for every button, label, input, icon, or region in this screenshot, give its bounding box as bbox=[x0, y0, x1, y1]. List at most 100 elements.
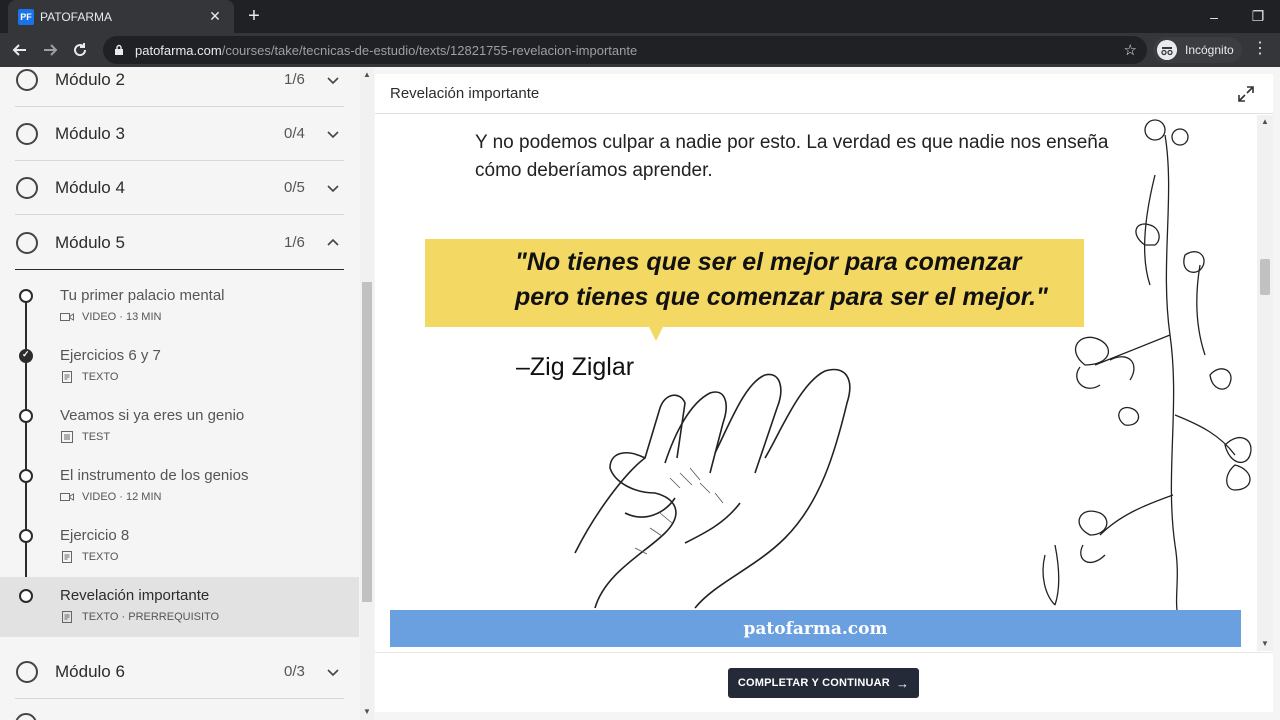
page-right-gutter bbox=[1273, 67, 1280, 720]
browser-toolbar: patofarma.com/courses/take/tecnicas-de-e… bbox=[0, 33, 1280, 67]
forward-button[interactable] bbox=[38, 38, 62, 62]
module-5-header[interactable]: Módulo 5 1/6 bbox=[15, 216, 344, 270]
complete-and-continue-button[interactable]: COMPLETAR Y CONTINUAR → bbox=[728, 668, 919, 698]
module-title: Módulo 6 bbox=[55, 661, 125, 681]
lesson-status-icon bbox=[19, 529, 33, 543]
video-icon bbox=[60, 493, 74, 501]
scroll-up-icon[interactable]: ▲ bbox=[363, 70, 371, 79]
hand-sketch-image bbox=[574, 368, 851, 609]
chevron-up-icon bbox=[327, 238, 339, 246]
lesson-title: Veamos si ya eres un genio bbox=[60, 407, 245, 424]
content-scrollbar[interactable]: ▲ ▼ bbox=[1257, 115, 1273, 651]
browser-menu-icon[interactable]: ⋮ bbox=[1252, 38, 1268, 58]
module-title: Módulo 2 bbox=[55, 69, 125, 89]
url-path: /courses/take/tecnicas-de-estudio/texts/… bbox=[221, 42, 638, 58]
incognito-label: Incógnito bbox=[1185, 43, 1234, 57]
lesson-item[interactable]: Veamos si ya eres un genio TEST bbox=[0, 397, 359, 457]
content-header: Revelación importante bbox=[375, 74, 1273, 114]
browser-tab-bar: PF PATOFARMA ✕ + – ❐ bbox=[0, 0, 1280, 33]
lesson-content-panel: Revelación importante Y no podemos culpa… bbox=[375, 74, 1273, 712]
lesson-status-icon bbox=[19, 409, 33, 423]
tab-title: PATOFARMA bbox=[40, 9, 113, 24]
scroll-up-icon[interactable]: ▲ bbox=[1261, 117, 1269, 126]
module-progress-ring-icon bbox=[16, 122, 38, 145]
flower-sketch-image bbox=[1042, 119, 1252, 610]
module-count: 1/6 bbox=[284, 71, 305, 88]
site-banner: patofarma.com bbox=[390, 610, 1241, 647]
maximize-button[interactable]: ❐ bbox=[1236, 0, 1280, 33]
chevron-down-icon bbox=[327, 130, 339, 138]
lesson-illustration: Y no podemos culpar a nadie por esto. La… bbox=[375, 115, 1257, 651]
arrow-right-icon bbox=[44, 44, 58, 56]
new-tab-button[interactable]: + bbox=[242, 4, 266, 28]
module-count: 0/5 bbox=[284, 179, 305, 196]
course-sidebar: Módulo 2 1/6 Módulo 3 0/4 Módulo 4 0/5 M… bbox=[0, 67, 374, 720]
course-player: Módulo 2 1/6 Módulo 3 0/4 Módulo 4 0/5 M… bbox=[0, 67, 1280, 720]
test-icon bbox=[61, 431, 73, 443]
lesson-meta: TEST bbox=[82, 431, 111, 443]
bookmark-star-icon[interactable]: ☆ bbox=[1124, 41, 1137, 59]
lesson-title: Ejercicios 6 y 7 bbox=[60, 347, 161, 364]
document-icon bbox=[62, 611, 72, 623]
module-progress-ring-icon bbox=[16, 68, 38, 91]
module-title: Módulo 5 bbox=[55, 232, 125, 252]
close-tab-icon[interactable]: ✕ bbox=[206, 8, 224, 25]
lesson-meta: TEXTO bbox=[82, 371, 119, 383]
module-progress-ring-icon bbox=[16, 231, 38, 254]
arrow-left-icon bbox=[12, 44, 26, 56]
module-3-header[interactable]: Módulo 3 0/4 bbox=[15, 107, 344, 161]
module-progress-ring-icon bbox=[16, 176, 38, 199]
intro-paragraph: Y no podemos culpar a nadie por esto. La… bbox=[475, 132, 1109, 181]
lesson-title: Revelación importante bbox=[60, 587, 210, 604]
content-scroll-thumb[interactable] bbox=[1260, 259, 1270, 295]
quote-line: pero tienes que comenzar para ser el mej… bbox=[515, 283, 1048, 311]
cta-label: COMPLETAR Y CONTINUAR bbox=[737, 677, 890, 689]
lesson-item-active[interactable]: Revelación importante TEXTO · PRERREQUIS… bbox=[0, 577, 359, 637]
scroll-down-icon[interactable]: ▼ bbox=[363, 707, 371, 716]
reload-icon bbox=[74, 43, 87, 57]
lesson-meta: TEXTO · PRERREQUISITO bbox=[82, 611, 220, 623]
chevron-down-icon bbox=[327, 668, 339, 676]
sidebar-scroll-thumb[interactable] bbox=[362, 282, 372, 602]
sidebar-scrollbar[interactable]: ▲ ▼ bbox=[360, 67, 374, 720]
lesson-title: Tu primer palacio mental bbox=[60, 287, 225, 304]
lesson-item[interactable]: Tu primer palacio mental VIDEO · 13 MIN bbox=[0, 277, 359, 337]
reload-button[interactable] bbox=[68, 38, 92, 62]
lesson-status-icon bbox=[19, 289, 33, 303]
document-icon bbox=[62, 551, 72, 563]
module-progress-ring-icon bbox=[15, 713, 37, 720]
module-2-header[interactable]: Módulo 2 1/6 bbox=[15, 67, 344, 107]
lesson-item[interactable]: El instrumento de los genios VIDEO · 12 … bbox=[0, 457, 359, 517]
incognito-icon bbox=[1157, 40, 1177, 60]
lesson-heading: Revelación importante bbox=[390, 85, 540, 102]
minimize-button[interactable]: – bbox=[1192, 0, 1236, 33]
module-count: 0/4 bbox=[284, 125, 305, 142]
chevron-down-icon bbox=[327, 76, 339, 84]
expand-icon[interactable] bbox=[1237, 85, 1255, 103]
address-bar[interactable]: patofarma.com/courses/take/tecnicas-de-e… bbox=[103, 36, 1147, 64]
content-footer: COMPLETAR Y CONTINUAR → bbox=[375, 652, 1273, 712]
module-title: Módulo 3 bbox=[55, 123, 125, 143]
quote-tail bbox=[649, 327, 663, 341]
module-4-header[interactable]: Módulo 4 0/5 bbox=[15, 161, 344, 215]
lock-icon bbox=[115, 44, 123, 55]
browser-tab[interactable]: PF PATOFARMA ✕ bbox=[8, 0, 234, 33]
arrow-right-icon: → bbox=[895, 675, 910, 691]
lesson-status-icon bbox=[19, 469, 33, 483]
url-host: patofarma.com bbox=[135, 42, 222, 58]
lesson-item[interactable]: Ejercicios 6 y 7 TEXTO bbox=[0, 337, 359, 397]
lesson-title: Ejercicio 8 bbox=[60, 527, 130, 544]
scroll-down-icon[interactable]: ▼ bbox=[1261, 639, 1269, 648]
lesson-status-icon bbox=[19, 589, 33, 603]
lesson-meta: TEXTO bbox=[82, 551, 119, 563]
module-6-header[interactable]: Módulo 6 0/3 bbox=[15, 645, 344, 699]
quote-line: "No tienes que ser el mejor para comenza… bbox=[515, 248, 1022, 276]
incognito-indicator[interactable]: Incógnito bbox=[1153, 37, 1242, 63]
chevron-down-icon bbox=[327, 184, 339, 192]
back-button[interactable] bbox=[8, 38, 32, 62]
favicon-icon: PF bbox=[18, 8, 34, 25]
lesson-item[interactable]: Ejercicio 8 TEXTO bbox=[0, 517, 359, 577]
quote-text: "No tienes que ser el mejor para comenza… bbox=[515, 245, 1048, 315]
lesson-meta: VIDEO · 13 MIN bbox=[82, 311, 162, 323]
lesson-title: El instrumento de los genios bbox=[60, 467, 249, 484]
